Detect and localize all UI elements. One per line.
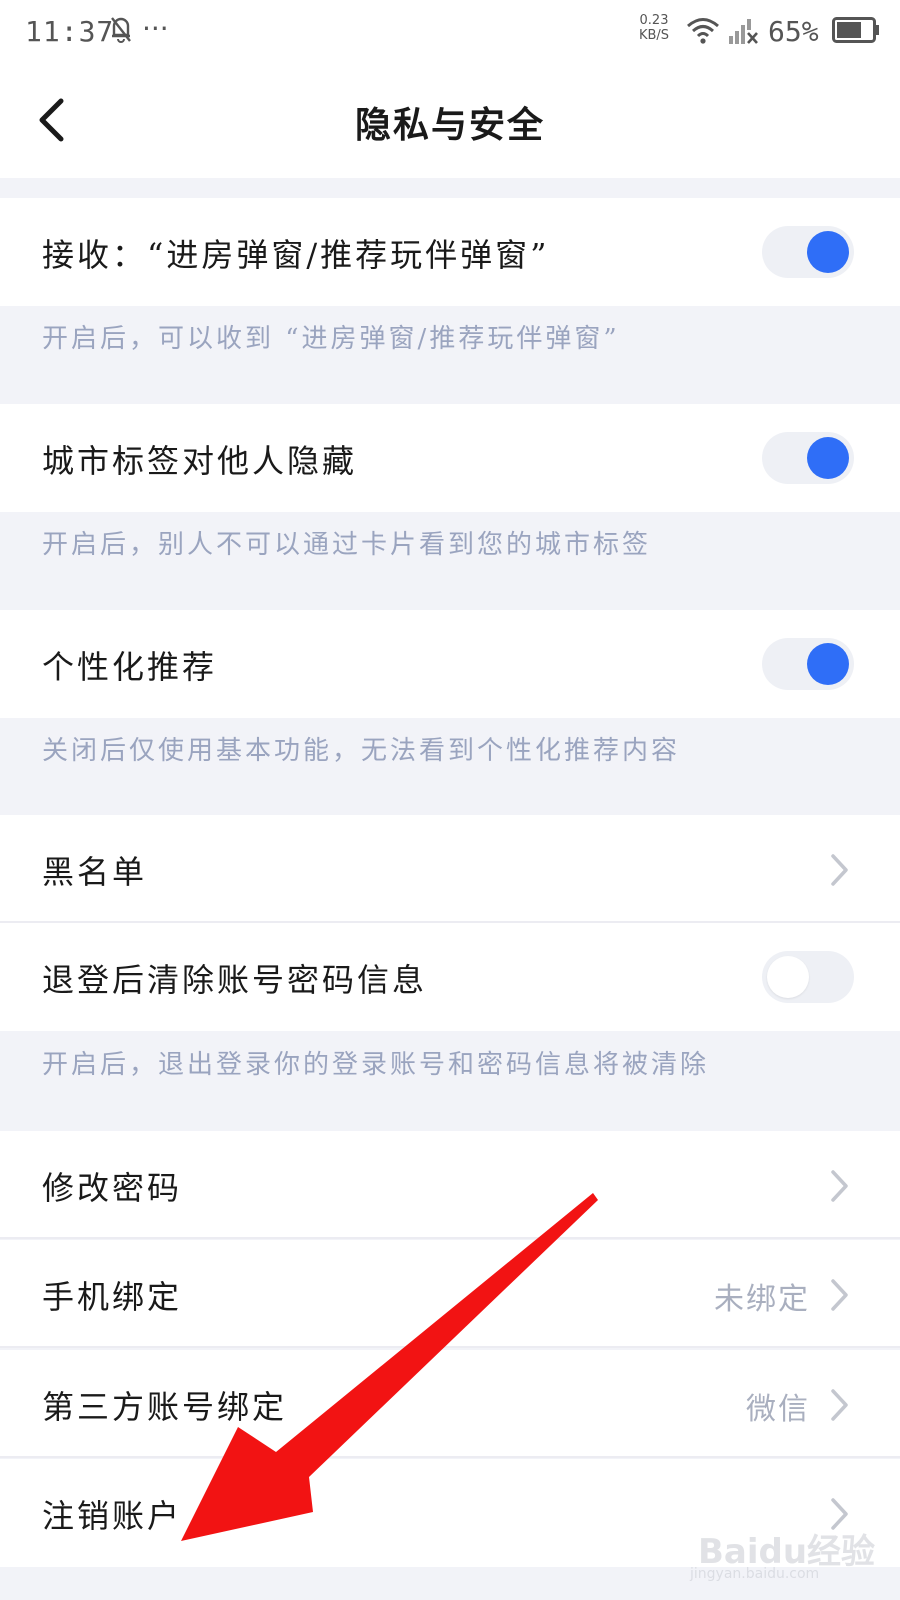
status-time: 11:37	[25, 15, 115, 48]
setting-label: 黑名单	[42, 853, 148, 891]
personalized-recommend-toggle[interactable]	[762, 638, 854, 690]
receive-popups-toggle[interactable]	[762, 226, 854, 278]
page-title: 隐私与安全	[354, 104, 545, 146]
setting-description: 开启后，可以收到 “进房弹窗/推荐玩伴弹窗”	[42, 324, 620, 354]
setting-label: 手机绑定	[42, 1278, 183, 1316]
battery-percentage: 65%	[768, 15, 819, 48]
toggle-knob	[807, 643, 849, 685]
setting-change-password[interactable]: 修改密码	[0, 1131, 900, 1239]
setting-receive-popups: 接收：“进房弹窗/推荐玩伴弹窗”	[0, 198, 900, 306]
toggle-knob	[807, 437, 849, 479]
setting-label: 退登后清除账号密码信息	[42, 961, 428, 999]
toggle-knob	[767, 956, 809, 998]
navigation-header: 隐私与安全	[0, 62, 900, 178]
setting-hide-city-tag: 城市标签对他人隐藏	[0, 404, 900, 512]
wifi-icon	[687, 18, 719, 44]
clear-credentials-toggle[interactable]	[762, 951, 854, 1003]
phone-binding-status: 未绑定	[714, 1282, 810, 1317]
watermark: Baidu经验 jingyan.baidu.com	[688, 1516, 888, 1586]
watermark-url: jingyan.baidu.com	[690, 1566, 820, 1582]
setting-description: 开启后，退出登录你的登录账号和密码信息将被清除	[42, 1050, 710, 1080]
setting-label: 第三方账号绑定	[42, 1388, 288, 1426]
net-speed-unit: KB/S	[638, 28, 670, 43]
divider	[0, 1237, 900, 1239]
toggle-knob	[807, 231, 849, 273]
chevron-right-icon	[831, 854, 848, 886]
signal-no-service-icon	[729, 19, 758, 44]
network-speed: 0.23 KB/S	[633, 13, 675, 43]
setting-label: 注销账户	[42, 1497, 183, 1535]
battery-icon	[832, 17, 879, 43]
divider	[0, 1456, 900, 1458]
setting-phone-binding[interactable]: 手机绑定 未绑定	[0, 1240, 900, 1348]
status-bar: 11:37 ··· 0.23 KB/S 65%	[0, 0, 900, 62]
divider	[0, 1346, 900, 1348]
chevron-right-icon	[831, 1389, 848, 1421]
setting-description: 开启后，别人不可以通过卡片看到您的城市标签	[42, 530, 652, 560]
setting-third-party-binding[interactable]: 第三方账号绑定 微信	[0, 1350, 900, 1458]
mute-bell-icon	[111, 17, 131, 43]
hide-city-tag-toggle[interactable]	[762, 432, 854, 484]
setting-personalized-recommend: 个性化推荐	[0, 610, 900, 718]
third-party-binding-value: 微信	[746, 1392, 810, 1427]
chevron-right-icon	[831, 1170, 848, 1202]
net-speed-value: 0.23	[639, 13, 669, 28]
more-notifications-icon: ···	[142, 12, 169, 45]
setting-description: 关闭后仅使用基本功能，无法看到个性化推荐内容	[42, 736, 681, 766]
setting-label: 接收：“进房弹窗/推荐玩伴弹窗”	[42, 236, 550, 274]
setting-label: 个性化推荐	[42, 648, 218, 686]
setting-label: 修改密码	[42, 1169, 183, 1207]
setting-blacklist[interactable]: 黑名单	[0, 815, 900, 923]
setting-label: 城市标签对他人隐藏	[42, 442, 358, 480]
setting-clear-credentials: 退登后清除账号密码信息	[0, 923, 900, 1031]
chevron-right-icon	[831, 1279, 848, 1311]
